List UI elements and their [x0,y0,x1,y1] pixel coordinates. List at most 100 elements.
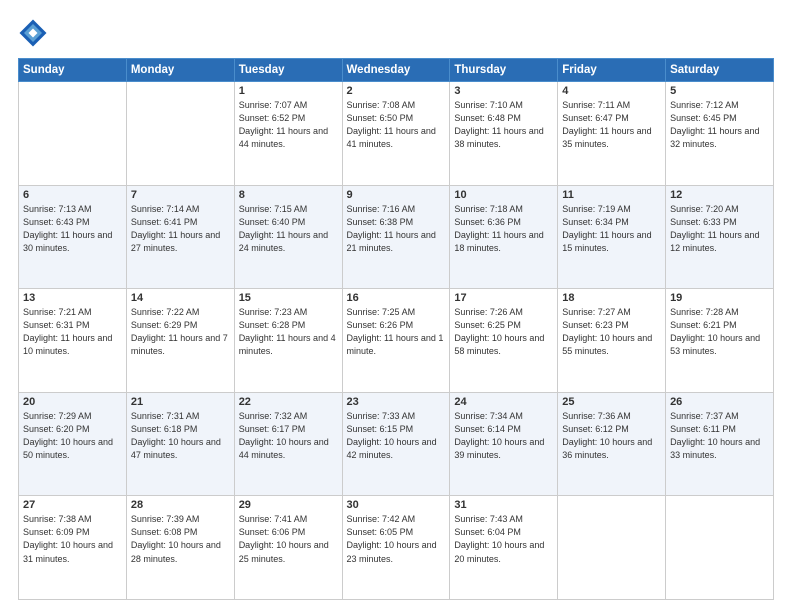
day-info: Sunrise: 7:26 AM Sunset: 6:25 PM Dayligh… [454,306,553,358]
day-cell: 5 Sunrise: 7:12 AM Sunset: 6:45 PM Daylig… [666,82,774,186]
day-number: 18 [562,292,661,304]
day-cell [126,82,234,186]
week-row-2: 6 Sunrise: 7:13 AM Sunset: 6:43 PM Daylig… [19,185,774,289]
week-row-3: 13Sunrise: 7:21 AM Sunset: 6:31 PM Dayli… [19,289,774,393]
day-cell: 22 Sunrise: 7:32 AM Sunset: 6:17 PM Dayli… [234,392,342,496]
day-number: 14 [131,292,230,304]
day-cell: 29 Sunrise: 7:41 AM Sunset: 6:06 PM Dayli… [234,496,342,600]
weekday-header-tuesday: Tuesday [234,59,342,82]
day-info: Sunrise: 7:12 AM Sunset: 6:45 PM Dayligh… [670,99,769,151]
day-number: 10 [454,189,553,201]
day-cell [558,496,666,600]
day-cell [19,82,127,186]
page: SundayMondayTuesdayWednesdayThursdayFrid… [0,0,792,612]
day-number: 2 [347,85,446,97]
day-info: Sunrise: 7:15 AM Sunset: 6:40 PM Dayligh… [239,203,338,255]
day-info: Sunrise: 7:11 AM Sunset: 6:47 PM Dayligh… [562,99,661,151]
day-info: Sunrise: 7:13 AM Sunset: 6:43 PM Dayligh… [23,203,122,255]
logo [18,18,52,48]
day-info: Sunrise: 7:28 AM Sunset: 6:21 PM Dayligh… [670,306,769,358]
day-info: Sunrise: 7:07 AM Sunset: 6:52 PM Dayligh… [239,99,338,151]
week-row-1: 1 Sunrise: 7:07 AM Sunset: 6:52 PM Daylig… [19,82,774,186]
day-cell: 16 Sunrise: 7:25 AM Sunset: 6:26 PM Dayli… [342,289,450,393]
day-cell: 30 Sunrise: 7:42 AM Sunset: 6:05 PM Dayli… [342,496,450,600]
day-info: Sunrise: 7:25 AM Sunset: 6:26 PM Dayligh… [347,306,446,358]
day-number: 25 [562,396,661,408]
day-cell: 25Sunrise: 7:36 AM Sunset: 6:12 PM Dayli… [558,392,666,496]
day-info: Sunrise: 7:42 AM Sunset: 6:05 PM Dayligh… [347,513,446,565]
day-number: 5 [670,85,769,97]
weekday-header-sunday: Sunday [19,59,127,82]
day-number: 27 [23,499,122,511]
day-cell: 4 Sunrise: 7:11 AM Sunset: 6:47 PM Daylig… [558,82,666,186]
day-number: 6 [23,189,122,201]
day-info: Sunrise: 7:29 AM Sunset: 6:20 PM Dayligh… [23,410,122,462]
day-info: Sunrise: 7:18 AM Sunset: 6:36 PM Dayligh… [454,203,553,255]
week-row-4: 20Sunrise: 7:29 AM Sunset: 6:20 PM Dayli… [19,392,774,496]
day-info: Sunrise: 7:43 AM Sunset: 6:04 PM Dayligh… [454,513,553,565]
day-cell: 11 Sunrise: 7:19 AM Sunset: 6:34 PM Dayli… [558,185,666,289]
day-info: Sunrise: 7:39 AM Sunset: 6:08 PM Dayligh… [131,513,230,565]
day-number: 1 [239,85,338,97]
day-number: 30 [347,499,446,511]
day-info: Sunrise: 7:10 AM Sunset: 6:48 PM Dayligh… [454,99,553,151]
day-cell: 15 Sunrise: 7:23 AM Sunset: 6:28 PM Dayli… [234,289,342,393]
day-number: 7 [131,189,230,201]
day-number: 8 [239,189,338,201]
week-row-5: 27 Sunrise: 7:38 AM Sunset: 6:09 PM Dayli… [19,496,774,600]
day-number: 31 [454,499,553,511]
day-number: 22 [239,396,338,408]
day-cell: 2 Sunrise: 7:08 AM Sunset: 6:50 PM Daylig… [342,82,450,186]
day-number: 12 [670,189,769,201]
day-number: 11 [562,189,661,201]
day-number: 4 [562,85,661,97]
day-cell: 19 Sunrise: 7:28 AM Sunset: 6:21 PM Dayli… [666,289,774,393]
day-info: Sunrise: 7:38 AM Sunset: 6:09 PM Dayligh… [23,513,122,565]
day-info: Sunrise: 7:23 AM Sunset: 6:28 PM Dayligh… [239,306,338,358]
day-cell: 10 Sunrise: 7:18 AM Sunset: 6:36 PM Dayli… [450,185,558,289]
day-cell: 9 Sunrise: 7:16 AM Sunset: 6:38 PM Daylig… [342,185,450,289]
day-cell: 23 Sunrise: 7:33 AM Sunset: 6:15 PM Dayli… [342,392,450,496]
day-number: 16 [347,292,446,304]
day-number: 9 [347,189,446,201]
day-number: 13 [23,292,122,304]
day-cell: 12 Sunrise: 7:20 AM Sunset: 6:33 PM Dayli… [666,185,774,289]
day-info: Sunrise: 7:33 AM Sunset: 6:15 PM Dayligh… [347,410,446,462]
day-cell: 27 Sunrise: 7:38 AM Sunset: 6:09 PM Dayli… [19,496,127,600]
day-number: 29 [239,499,338,511]
weekday-header-thursday: Thursday [450,59,558,82]
day-info: Sunrise: 7:19 AM Sunset: 6:34 PM Dayligh… [562,203,661,255]
day-number: 19 [670,292,769,304]
day-cell: 17 Sunrise: 7:26 AM Sunset: 6:25 PM Dayli… [450,289,558,393]
day-cell: 28 Sunrise: 7:39 AM Sunset: 6:08 PM Dayli… [126,496,234,600]
day-info: Sunrise: 7:32 AM Sunset: 6:17 PM Dayligh… [239,410,338,462]
day-info: Sunrise: 7:34 AM Sunset: 6:14 PM Dayligh… [454,410,553,462]
day-number: 15 [239,292,338,304]
day-cell: 13Sunrise: 7:21 AM Sunset: 6:31 PM Dayli… [19,289,127,393]
day-cell: 1 Sunrise: 7:07 AM Sunset: 6:52 PM Daylig… [234,82,342,186]
day-info: Sunrise: 7:08 AM Sunset: 6:50 PM Dayligh… [347,99,446,151]
day-info: Sunrise: 7:41 AM Sunset: 6:06 PM Dayligh… [239,513,338,565]
day-number: 28 [131,499,230,511]
day-cell: 8 Sunrise: 7:15 AM Sunset: 6:40 PM Daylig… [234,185,342,289]
day-number: 24 [454,396,553,408]
weekday-header-friday: Friday [558,59,666,82]
day-cell: 18 Sunrise: 7:27 AM Sunset: 6:23 PM Dayli… [558,289,666,393]
day-info: Sunrise: 7:37 AM Sunset: 6:11 PM Dayligh… [670,410,769,462]
day-info: Sunrise: 7:14 AM Sunset: 6:41 PM Dayligh… [131,203,230,255]
day-info: Sunrise: 7:20 AM Sunset: 6:33 PM Dayligh… [670,203,769,255]
day-cell: 21Sunrise: 7:31 AM Sunset: 6:18 PM Dayli… [126,392,234,496]
day-cell: 6 Sunrise: 7:13 AM Sunset: 6:43 PM Daylig… [19,185,127,289]
day-info: Sunrise: 7:16 AM Sunset: 6:38 PM Dayligh… [347,203,446,255]
day-cell: 7 Sunrise: 7:14 AM Sunset: 6:41 PM Daylig… [126,185,234,289]
header [18,18,774,48]
day-number: 23 [347,396,446,408]
day-number: 21 [131,396,230,408]
day-number: 17 [454,292,553,304]
day-cell [666,496,774,600]
day-info: Sunrise: 7:27 AM Sunset: 6:23 PM Dayligh… [562,306,661,358]
calendar-table: SundayMondayTuesdayWednesdayThursdayFrid… [18,58,774,600]
day-number: 26 [670,396,769,408]
weekday-header-saturday: Saturday [666,59,774,82]
day-cell: 20Sunrise: 7:29 AM Sunset: 6:20 PM Dayli… [19,392,127,496]
